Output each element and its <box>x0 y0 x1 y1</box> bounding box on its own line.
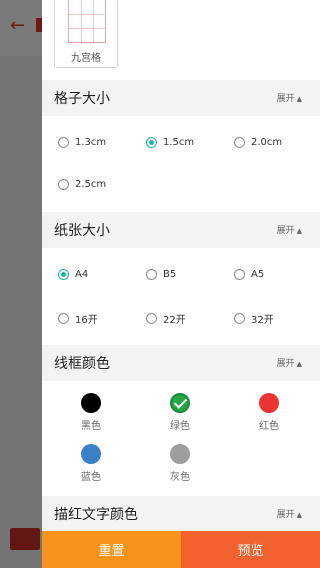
radio-icon <box>234 136 245 148</box>
caret-up-icon: ▲ <box>296 227 302 235</box>
radio-icon <box>234 268 245 280</box>
caret-up-icon: ▲ <box>296 511 302 519</box>
grid-size-option[interactable]: 2.0cm <box>234 134 282 150</box>
template-card[interactable]: 九宫格 <box>54 0 118 68</box>
paper-size-title: 纸张大小 <box>54 223 110 239</box>
radio-icon <box>58 312 69 324</box>
paper-size-option[interactable]: B5 <box>146 266 176 282</box>
grid-size-option[interactable]: 2.5cm <box>58 176 106 192</box>
paper-size-option[interactable]: 16开 <box>58 310 98 326</box>
color-option-black[interactable]: 黑色 <box>71 393 111 432</box>
trace-color-toggle[interactable]: 展开 ▲ <box>277 507 302 520</box>
trace-color-title: 描红文字颜色 <box>54 507 138 523</box>
frame-color-title: 线框颜色 <box>54 356 110 372</box>
drawer-footer: 重置 预览 <box>42 531 320 568</box>
grid-size-title: 格子大小 <box>54 91 110 107</box>
radio-icon <box>58 178 69 190</box>
paper-size-option[interactable]: 22开 <box>146 310 186 326</box>
paper-size-header[interactable]: 纸张大小 展开 ▲ <box>42 212 320 248</box>
green-swatch <box>170 393 190 413</box>
grid-size-option[interactable]: 1.5cm <box>146 134 194 150</box>
color-option-green[interactable]: 绿色 <box>160 393 200 432</box>
grid-size-header[interactable]: 格子大小 展开 ▲ <box>42 80 320 116</box>
radio-checked-icon <box>58 268 69 280</box>
grid-size-toggle[interactable]: 展开 ▲ <box>277 91 302 104</box>
checkmark-icon <box>173 395 188 409</box>
color-option-gray[interactable]: 灰色 <box>160 444 200 483</box>
caret-up-icon: ▲ <box>296 95 302 103</box>
template-label: 九宫格 <box>71 53 101 64</box>
color-option-red[interactable]: 红色 <box>249 393 289 432</box>
paper-size-option[interactable]: A5 <box>234 266 264 282</box>
radio-checked-icon <box>146 136 157 148</box>
radio-icon <box>146 268 157 280</box>
settings-drawer: 九宫格 格子大小 展开 ▲ 1.3cm 1.5cm 2.0cm 2.5cm 纸张大… <box>42 0 320 568</box>
paper-size-toggle[interactable]: 展开 ▲ <box>277 223 302 236</box>
radio-icon <box>146 312 157 324</box>
preview-button[interactable]: 预览 <box>181 531 320 568</box>
gray-swatch <box>170 444 190 464</box>
paper-size-option[interactable]: 32开 <box>234 310 274 326</box>
paper-size-option[interactable]: A4 <box>58 266 88 282</box>
caret-up-icon: ▲ <box>296 360 302 368</box>
template-grid-preview <box>68 0 106 43</box>
blue-swatch <box>81 444 101 464</box>
black-swatch <box>81 393 101 413</box>
red-swatch <box>259 393 279 413</box>
frame-color-toggle[interactable]: 展开 ▲ <box>277 356 302 369</box>
grid-size-option[interactable]: 1.3cm <box>58 134 106 150</box>
radio-icon <box>234 312 245 324</box>
color-option-blue[interactable]: 蓝色 <box>71 444 111 483</box>
reset-button[interactable]: 重置 <box>42 531 181 568</box>
radio-icon <box>58 136 69 148</box>
frame-color-header[interactable]: 线框颜色 展开 ▲ <box>42 345 320 381</box>
trace-color-header[interactable]: 描红文字颜色 展开 ▲ <box>42 496 320 532</box>
